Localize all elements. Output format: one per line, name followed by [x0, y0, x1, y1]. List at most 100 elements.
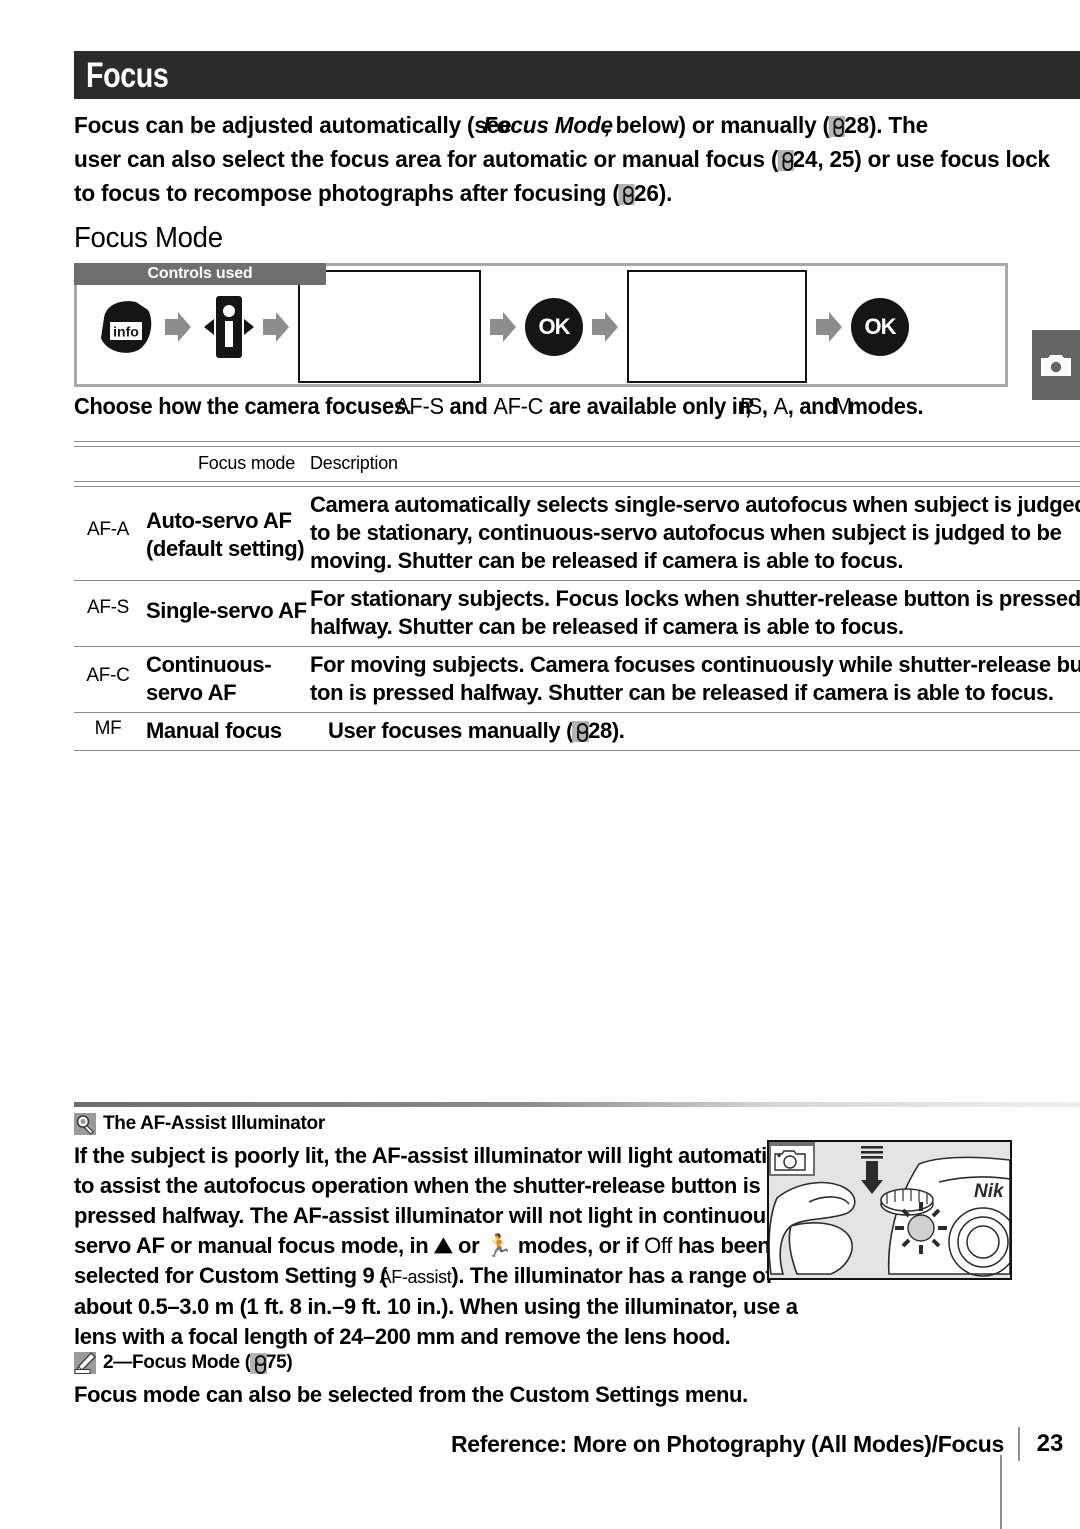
choose-d: AF-C — [493, 393, 544, 419]
focus-mode-table: Focus mode Description AF-A Auto-servo A… — [74, 441, 1080, 751]
table-row: AF-C Continuous- servo AF For moving sub… — [74, 647, 1080, 712]
note2-heading-a: 2—Focus Mode ( — [103, 1352, 251, 1373]
camera-illustration: Nik — [767, 1140, 1012, 1280]
table-rule-bottom — [74, 750, 1080, 751]
note-heading: The AF-Assist Illuminator — [74, 1113, 1080, 1135]
pencil-icon — [74, 1352, 96, 1374]
notes-separator-rule — [74, 1102, 1080, 1107]
note-line-4-e: has been — [672, 1233, 771, 1258]
page-title-banner: Focus — [74, 51, 1080, 99]
ok-button-1[interactable]: OK — [525, 297, 583, 356]
intro-line-3-a: to focus to recompose photographs after … — [74, 180, 620, 206]
flow-arrow-icon — [165, 311, 191, 342]
row-desc-mf-text-b: 28). — [588, 718, 625, 743]
row-code-af-s: AF-S — [86, 597, 130, 618]
row-code-af-c: AF-C — [86, 665, 130, 686]
row-desc-mf-text-a: User focuses manually ( — [328, 718, 574, 743]
page-footer: Reference: More on Photography (All Mode… — [74, 1424, 1080, 1464]
ok-button-2[interactable]: OK — [851, 297, 909, 356]
note-custom-setting-focus-mode: 2—Focus Mode ( 75) Focus mode can also be… — [74, 1352, 1080, 1410]
row-mode-af-c: Continuous- servo AF — [142, 651, 310, 707]
camera-icon — [1041, 355, 1071, 376]
row-mode-line1: Continuous- — [146, 652, 272, 677]
note-line-6: about 0.5–3.0 m (1 ft. 8 in.–9 ft. 10 in… — [74, 1294, 798, 1319]
row-mode-line1: Single-servo AF — [146, 598, 307, 623]
intro-line-1: Focus can be adjusted automatically (see… — [74, 108, 1044, 142]
table-row: AF-S Single-servo AF For stationary subj… — [74, 581, 1080, 646]
row-desc-af-c: For moving subjects. Camera focuses cont… — [310, 651, 1080, 707]
intro-paragraph: Focus can be adjusted automatically (see… — [74, 108, 1080, 210]
note2-line-1: Focus mode can also be selected from the… — [74, 1382, 748, 1407]
note-line-5-c: ). The illuminator has a range of — [451, 1263, 773, 1288]
choose-e: are available only in — [543, 393, 757, 419]
footer-title: Reference: More on Photography (All Mode… — [451, 1430, 1004, 1457]
landscape-mode-icon: ⛰ — [434, 1233, 453, 1258]
row-desc-line3: moving. Shutter can be released if camer… — [310, 548, 904, 573]
row-desc-af-a: Camera automatically selects single-serv… — [310, 491, 1080, 575]
page-reference-icon — [249, 1352, 267, 1374]
svg-text:info: info — [113, 323, 139, 339]
row-mode-mf: Manual focus — [142, 717, 310, 745]
row-desc-line1: For stationary subjects. Focus locks whe… — [310, 586, 1080, 611]
page-reference-icon — [572, 721, 590, 742]
row-mode-line2: (default setting) — [146, 536, 305, 561]
page-reference-icon — [618, 184, 636, 205]
info-button-icon[interactable]: info — [96, 298, 156, 356]
row-mode-line1: Auto-servo AF — [146, 508, 292, 533]
note-line-4-d: Off — [644, 1233, 673, 1258]
footer-page-number: 23 — [1036, 1430, 1064, 1457]
header-focus-mode: Focus mode — [198, 453, 296, 473]
intro-line-2-b: 24, 25) or use focus lock — [792, 146, 1050, 172]
note2-heading: 2—Focus Mode ( 75) — [74, 1352, 1080, 1374]
monitor-display-2 — [627, 270, 807, 383]
choose-a: Choose how the camera focuses. — [74, 393, 412, 419]
choose-how-line: Choose how the camera focuses.AF-S and A… — [74, 393, 924, 420]
chapter-tab-photography[interactable] — [1032, 330, 1080, 400]
page-reference-icon — [828, 116, 846, 137]
note-line-5-b: AF-assist — [379, 1267, 452, 1287]
multi-selector-icon[interactable] — [200, 295, 254, 358]
monitor-display-1 — [298, 270, 481, 383]
footer-vertical-rule — [1000, 1455, 1002, 1529]
controls-used-label: Controls used — [74, 263, 326, 285]
note-line-7: lens with a focal length of 24–200 mm an… — [74, 1324, 731, 1349]
note2-body: Focus mode can also be selected from the… — [74, 1380, 1080, 1410]
intro-line-2-a: user can also select the focus area for … — [74, 146, 779, 172]
row-code-mf: MF — [94, 718, 122, 739]
row-desc-af-s: For stationary subjects. Focus locks whe… — [310, 585, 1080, 641]
page-title: Focus — [86, 55, 169, 95]
note-line-4-a: servo AF or manual focus mode, in — [74, 1233, 435, 1258]
note-line-4-b: or — [452, 1233, 486, 1258]
intro-line-1-b: Focus Mode — [483, 112, 613, 138]
row-desc-line2: to be stationary, continuous-servo autof… — [310, 520, 1062, 545]
row-desc-line2: halfway. Shutter can be released if came… — [310, 614, 904, 639]
choose-j: A — [773, 393, 788, 419]
choose-m: modes. — [842, 393, 924, 419]
choose-i: , — [761, 393, 774, 419]
flow-arrow-icon — [592, 311, 618, 342]
row-mode-af-s: Single-servo AF — [142, 585, 310, 625]
intro-line-3: to focus to recompose photographs after … — [74, 176, 1044, 210]
note-line-4-c: modes, or if — [512, 1233, 645, 1258]
flow-arrow-icon — [816, 311, 842, 342]
row-desc-line1: For moving subjects. Camera focuses cont… — [310, 652, 1080, 677]
table-header-row: Focus mode Description — [74, 447, 1080, 481]
flow-arrow-icon — [263, 311, 289, 342]
header-description: Description — [310, 453, 398, 473]
note-line-5-a: selected for Custom Setting 9 ( — [74, 1263, 388, 1288]
note-heading-text: The AF-Assist Illuminator — [103, 1113, 325, 1134]
intro-line-1-a: Focus can be adjusted automatically (see — [74, 112, 512, 138]
note2-heading-b: 75) — [265, 1352, 293, 1373]
row-code-af-a: AF-A — [86, 519, 130, 540]
intro-line-2: user can also select the focus area for … — [74, 142, 1050, 176]
row-desc-line2: ton is pressed halfway. Shutter can be r… — [310, 680, 1054, 705]
table-row: AF-A Auto-servo AF (default setting) Cam… — [74, 487, 1080, 580]
table-row: MF Manual focus User focuses manually ( 2… — [74, 713, 1080, 750]
page-reference-icon — [777, 150, 794, 171]
section-heading-focus-mode: Focus Mode — [74, 222, 223, 254]
intro-line-3-b: 26). — [634, 180, 673, 206]
magnifier-icon — [74, 1113, 96, 1135]
intro-line-1-d: 28). The — [844, 112, 928, 138]
svg-text:Nik: Nik — [974, 1181, 1005, 1202]
row-desc-line1: Camera automatically selects single-serv… — [310, 492, 1080, 517]
